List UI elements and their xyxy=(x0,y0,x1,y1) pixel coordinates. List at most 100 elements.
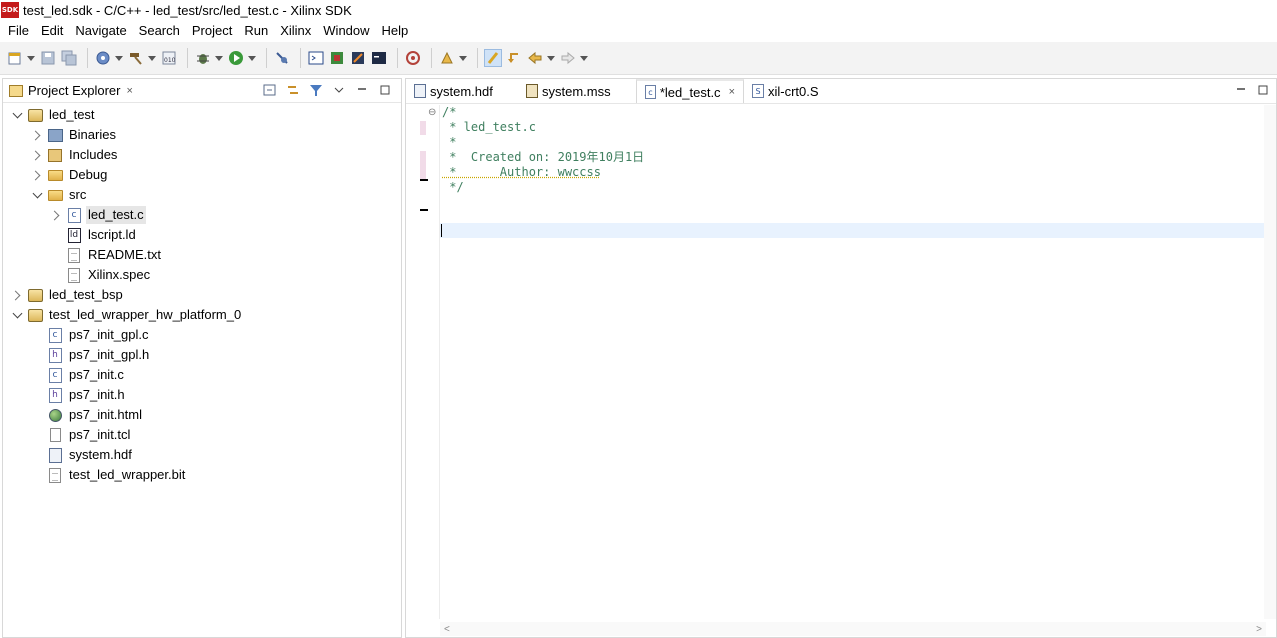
open-perspective-icon[interactable] xyxy=(438,49,456,67)
expand-toggle-icon[interactable] xyxy=(31,169,43,181)
tree-item-label: test_led_wrapper.bit xyxy=(69,467,186,482)
expand-toggle-icon[interactable] xyxy=(11,109,23,121)
fold-collapse-icon[interactable]: ⊖ xyxy=(428,107,436,118)
last-edit-location-icon[interactable] xyxy=(505,49,523,67)
run-icon[interactable] xyxy=(227,49,245,67)
tree-item[interactable]: ps7_init.tcl xyxy=(31,425,132,445)
tree-item[interactable]: Binaries xyxy=(31,125,118,145)
build-configurations-dropdown[interactable] xyxy=(115,49,123,67)
tree-item[interactable]: test_led_wrapper_hw_platform_0 xyxy=(11,305,243,325)
tree-item[interactable]: led_test_bsp xyxy=(11,285,125,305)
new-icon[interactable] xyxy=(6,49,24,67)
skip-breakpoints-icon[interactable] xyxy=(273,49,291,67)
menu-help[interactable]: Help xyxy=(376,21,415,41)
tree-item-label: lscript.ld xyxy=(88,227,136,242)
toolbar-separator xyxy=(266,48,267,68)
tree-item-label: ps7_init_gpl.c xyxy=(69,327,149,342)
tree-item[interactable]: h ps7_init_gpl.h xyxy=(31,345,151,365)
text-caret xyxy=(441,224,442,237)
xsct-console-icon[interactable] xyxy=(370,49,388,67)
close-icon[interactable]: × xyxy=(126,85,132,97)
tree-item[interactable]: c led_test.c xyxy=(50,205,146,225)
tree-item[interactable]: h ps7_init.h xyxy=(31,385,127,405)
menu-project[interactable]: Project xyxy=(186,21,238,41)
blank-file-icon xyxy=(47,427,63,443)
tree-item[interactable]: README.txt xyxy=(50,245,163,265)
link-with-editor-icon[interactable] xyxy=(285,82,301,98)
expand-toggle-icon[interactable] xyxy=(11,289,23,301)
forward-arrow-icon[interactable] xyxy=(559,49,577,67)
menu-navigate[interactable]: Navigate xyxy=(69,21,132,41)
menu-window[interactable]: Window xyxy=(317,21,375,41)
highlight-toggle-icon[interactable] xyxy=(484,49,502,67)
save-all-icon[interactable] xyxy=(60,49,78,67)
binary-icon[interactable]: 010 xyxy=(160,49,178,67)
collapse-all-icon[interactable] xyxy=(262,82,278,98)
toolbar-separator xyxy=(431,48,432,68)
tab-led-test-c[interactable]: c *led_test.c × xyxy=(636,79,744,103)
run-dropdown[interactable] xyxy=(248,49,256,67)
terminal-icon[interactable] xyxy=(307,49,325,67)
tree-item[interactable]: src xyxy=(31,185,88,205)
tree-item[interactable]: system.hdf xyxy=(31,445,134,465)
vertical-scrollbar[interactable] xyxy=(1264,105,1276,619)
code-line: * Author: wwccss xyxy=(442,165,601,179)
filter-icon[interactable] xyxy=(308,82,324,98)
minimize-icon[interactable] xyxy=(354,82,370,98)
explorer-view-toolbar xyxy=(255,82,393,98)
tree-item[interactable]: test_led_wrapper.bit xyxy=(31,465,187,485)
tree-item[interactable]: Debug xyxy=(31,165,109,185)
build-configurations-icon[interactable] xyxy=(94,49,112,67)
tab-xil-crt0-s[interactable]: S xil-crt0.S xyxy=(744,79,834,103)
tree-item[interactable]: Xilinx.spec xyxy=(50,265,152,285)
tree-item-label: ps7_init_gpl.h xyxy=(69,347,150,362)
program-flash-icon[interactable] xyxy=(349,49,367,67)
tree-item[interactable]: ld lscript.ld xyxy=(50,225,138,245)
forward-dropdown[interactable] xyxy=(580,49,588,67)
expand-toggle-icon[interactable] xyxy=(50,209,62,221)
maximize-icon[interactable] xyxy=(377,82,393,98)
toolbar-separator xyxy=(87,48,88,68)
tree-item[interactable]: ps7_init.html xyxy=(31,405,144,425)
tree-item[interactable]: led_test xyxy=(11,105,97,125)
back-arrow-icon[interactable] xyxy=(526,49,544,67)
debug-bug-icon[interactable] xyxy=(194,49,212,67)
new-dropdown[interactable] xyxy=(27,49,35,67)
save-icon[interactable] xyxy=(39,49,57,67)
tree-item[interactable]: c ps7_init_gpl.c xyxy=(31,325,151,345)
menu-file[interactable]: File xyxy=(2,21,35,41)
scroll-right-icon[interactable]: > xyxy=(1256,624,1262,635)
debug-dropdown[interactable] xyxy=(215,49,223,67)
code-editor[interactable]: /* * led_test.c * * Created on: 2019年10月… xyxy=(440,105,1266,619)
sdk-app-icon: SDK xyxy=(1,2,19,18)
expand-toggle-icon[interactable] xyxy=(31,189,43,201)
tab-system-hdf[interactable]: system.hdf xyxy=(406,79,518,103)
build-hammer-icon[interactable] xyxy=(127,49,145,67)
back-dropdown[interactable] xyxy=(547,49,555,67)
menu-xilinx[interactable]: Xilinx xyxy=(274,21,317,41)
tab-system-mss[interactable]: system.mss xyxy=(518,79,636,103)
minimize-icon[interactable] xyxy=(1234,83,1248,97)
close-icon[interactable]: × xyxy=(729,86,735,98)
horizontal-scrollbar[interactable]: < > xyxy=(440,622,1266,636)
tree-item[interactable]: Includes xyxy=(31,145,119,165)
program-fpga-icon[interactable] xyxy=(328,49,346,67)
project-explorer-tab[interactable]: Project Explorer xyxy=(28,83,120,98)
maximize-icon[interactable] xyxy=(1256,83,1270,97)
editor-ruler: ⊖ xyxy=(418,105,440,619)
perspective-dropdown[interactable] xyxy=(459,49,467,67)
menu-search[interactable]: Search xyxy=(133,21,186,41)
expand-toggle-icon[interactable] xyxy=(11,309,23,321)
tree-item[interactable]: c ps7_init.c xyxy=(31,365,126,385)
build-dropdown[interactable] xyxy=(148,49,156,67)
change-marker xyxy=(420,121,426,135)
menu-run[interactable]: Run xyxy=(238,21,274,41)
project-explorer-icon xyxy=(9,84,23,97)
expand-toggle-icon[interactable] xyxy=(31,129,43,141)
menu-edit[interactable]: Edit xyxy=(35,21,69,41)
target-connections-icon[interactable] xyxy=(404,49,422,67)
view-menu-chevron-icon[interactable] xyxy=(331,82,347,98)
project-explorer-panel: Project Explorer × led_test Binaries Inc… xyxy=(2,78,402,638)
expand-toggle-icon[interactable] xyxy=(31,149,43,161)
scroll-left-icon[interactable]: < xyxy=(444,624,450,635)
